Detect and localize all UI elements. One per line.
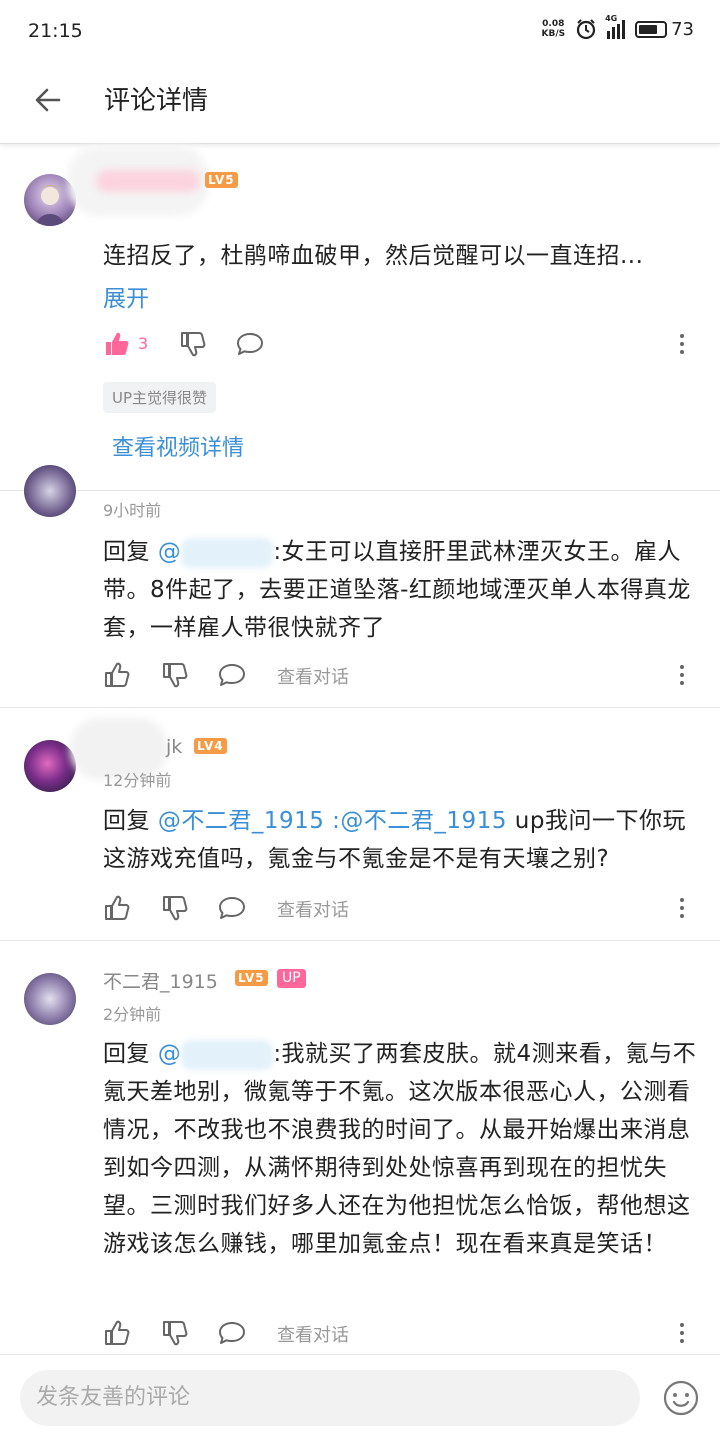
thumb-down-icon bbox=[163, 896, 188, 921]
reply-item: 9小时前 回复 @:女王可以直接肝里武林湮灭女王。雇人带。8件起了，去要正道坠落… bbox=[0, 465, 720, 707]
up-liked-badge: UP主觉得很赞 bbox=[103, 382, 217, 413]
reply-button[interactable] bbox=[217, 1319, 247, 1347]
reply-time: 12分钟前 bbox=[103, 771, 172, 790]
chat-bubble-icon bbox=[219, 664, 245, 686]
thumb-up-icon bbox=[106, 332, 129, 355]
chat-bubble-icon bbox=[237, 333, 263, 355]
thumb-up-icon bbox=[105, 1320, 130, 1345]
avatar[interactable] bbox=[24, 740, 76, 792]
mention-link[interactable]: :@不二君_1915 bbox=[332, 808, 507, 834]
mention-link[interactable]: @ bbox=[158, 1041, 182, 1067]
mention-link[interactable]: @ bbox=[158, 539, 182, 565]
mention-link[interactable]: @不二君_1915 bbox=[158, 808, 325, 834]
comment-input[interactable]: 发条友善的评论 bbox=[20, 1370, 640, 1426]
view-dialog-link[interactable]: 查看对话 bbox=[277, 1321, 349, 1347]
net-speed: 0.08 KB/S bbox=[541, 19, 566, 39]
reply-button[interactable] bbox=[217, 661, 247, 689]
status-bar: 21:15 0.08 KB/S 4G 73 bbox=[0, 0, 720, 62]
battery-icon bbox=[635, 20, 668, 38]
level-badge: LV4 bbox=[194, 738, 227, 754]
chat-bubble-icon bbox=[219, 1322, 245, 1344]
reply-button[interactable] bbox=[217, 894, 247, 922]
more-options-button[interactable] bbox=[671, 1319, 693, 1347]
page-title: 评论详情 bbox=[104, 86, 209, 116]
smiley-icon bbox=[663, 1380, 699, 1416]
app-bar: 评论详情 bbox=[0, 62, 720, 144]
level-badge: LV5 bbox=[205, 172, 238, 188]
mention-redacted bbox=[181, 1039, 274, 1070]
emoji-button[interactable] bbox=[662, 1379, 700, 1417]
reply-button[interactable] bbox=[235, 330, 265, 358]
reply-item: jk LV4 12分钟前 回复 @不二君_1915 :@不二君_1915 up我… bbox=[0, 708, 720, 940]
like-button[interactable] bbox=[103, 894, 131, 922]
like-button[interactable] bbox=[103, 661, 131, 689]
avatar[interactable] bbox=[24, 973, 76, 1025]
arrow-left-icon bbox=[35, 88, 61, 112]
expand-link[interactable]: 展开 bbox=[103, 279, 149, 313]
status-time: 21:15 bbox=[28, 20, 83, 42]
status-icons: 0.08 KB/S 4G 73 bbox=[541, 14, 694, 40]
up-tag: UP bbox=[277, 969, 306, 988]
reply-text: 回复 @:我就买了两套皮肤。就4测来看，氪与不氪天差地别，微氪等于不氪。这次版本… bbox=[103, 1039, 697, 1257]
comment-composer: 发条友善的评论 bbox=[0, 1354, 720, 1440]
chat-bubble-icon bbox=[219, 897, 245, 919]
back-button[interactable] bbox=[28, 80, 68, 120]
more-icon bbox=[680, 898, 684, 902]
comment-text: 连招反了，杜鹃啼血破甲，然后觉醒可以一直连招... bbox=[103, 243, 644, 269]
dislike-button[interactable] bbox=[161, 1319, 189, 1347]
reply-time: 9小时前 bbox=[103, 501, 162, 520]
more-options-button[interactable] bbox=[671, 330, 693, 358]
more-options-button[interactable] bbox=[671, 894, 693, 922]
dislike-button[interactable] bbox=[161, 894, 189, 922]
more-icon bbox=[680, 334, 684, 338]
signal-icon: 4G bbox=[605, 14, 626, 39]
reply-actions: 查看对话 bbox=[103, 1319, 703, 1351]
reply-item: 不二君_1915 LV5 UP 2分钟前 回复 @:我就买了两套皮肤。就4测来看… bbox=[0, 941, 720, 1353]
more-options-button[interactable] bbox=[671, 661, 693, 689]
reply-text: 回复 @不二君_1915 :@不二君_1915 up我问一下你玩这游戏充值吗，氪… bbox=[103, 808, 686, 872]
more-icon bbox=[680, 1323, 684, 1327]
view-dialog-link[interactable]: 查看对话 bbox=[277, 663, 349, 689]
like-count: 3 bbox=[138, 334, 149, 353]
mention-redacted bbox=[181, 537, 274, 568]
comment-actions: 3 bbox=[103, 330, 703, 362]
username[interactable]: 不二君_1915 bbox=[103, 967, 218, 994]
thumb-down-icon bbox=[163, 1321, 188, 1346]
battery-indicator: 73 bbox=[635, 19, 694, 40]
level-badge: LV5 bbox=[235, 970, 268, 986]
reply-actions: 查看对话 bbox=[103, 894, 703, 926]
thumb-down-icon bbox=[163, 663, 188, 688]
more-icon bbox=[680, 665, 684, 669]
view-dialog-link[interactable]: 查看对话 bbox=[277, 896, 349, 922]
dislike-button[interactable] bbox=[179, 330, 207, 358]
main-comment: LV5 连招反了，杜鹃啼血破甲，然后觉醒可以一直连招... 展开 3 UP主觉得… bbox=[0, 144, 720, 490]
like-button[interactable] bbox=[103, 330, 131, 358]
thumb-up-icon bbox=[105, 662, 130, 687]
alarm-icon bbox=[576, 19, 596, 40]
avatar[interactable] bbox=[24, 465, 76, 517]
view-video-details-link[interactable]: 查看视频详情 bbox=[112, 430, 244, 462]
like-button[interactable] bbox=[103, 1319, 131, 1347]
reply-text: 回复 @:女王可以直接肝里武林湮灭女王。雇人带。8件起了，去要正道坠落-红颜地域… bbox=[103, 537, 691, 641]
username-suffix[interactable]: jk bbox=[166, 736, 182, 758]
username-redacted-pink bbox=[96, 170, 200, 192]
reply-time: 2分钟前 bbox=[103, 1005, 162, 1024]
reply-actions: 查看对话 bbox=[103, 661, 703, 693]
thumb-up-icon bbox=[105, 895, 130, 920]
thumb-down-icon bbox=[181, 332, 206, 357]
dislike-button[interactable] bbox=[161, 661, 189, 689]
